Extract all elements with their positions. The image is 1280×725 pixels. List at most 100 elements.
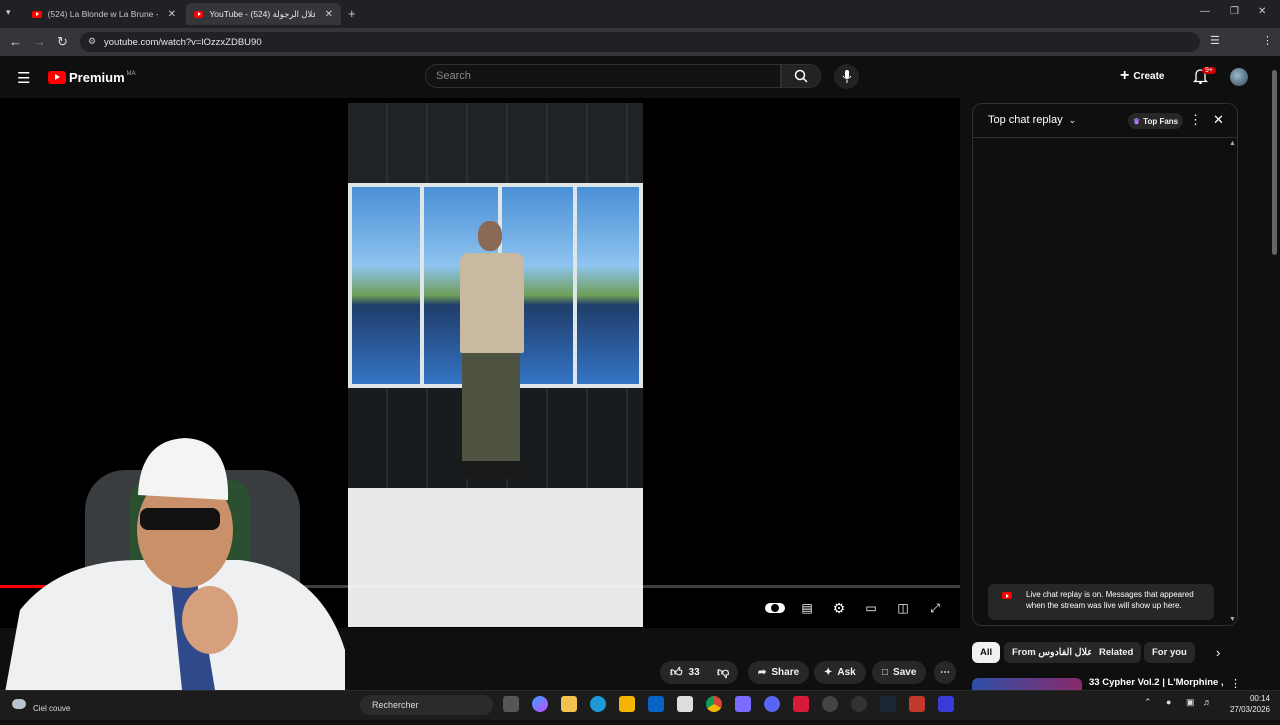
- chip-related[interactable]: Related: [1091, 642, 1142, 663]
- youtube-premium-logo[interactable]: Premium MA: [48, 70, 136, 85]
- app-icon[interactable]: [909, 696, 925, 712]
- close-window-icon[interactable]: ✕: [1258, 6, 1266, 17]
- chip-all[interactable]: All: [972, 642, 1001, 663]
- forward-icon[interactable]: →: [33, 34, 46, 49]
- mic-tray-icon[interactable]: ●: [1166, 697, 1171, 707]
- youtube-favicon-icon: [194, 10, 204, 18]
- ask-label: Ask: [837, 667, 856, 678]
- site-info-icon[interactable]: ⚙: [88, 36, 96, 47]
- chat-mode-dropdown[interactable]: Top chat replay ⌄: [988, 114, 1076, 126]
- chrome-icon[interactable]: [706, 696, 722, 712]
- theater-mode-icon[interactable]: ▭: [862, 600, 880, 616]
- chat-header: Top chat replay ⌄ ♛ Top Fans ⋮ ✕: [973, 104, 1237, 138]
- logo-text: Premium: [69, 70, 125, 85]
- url-bar[interactable]: ⚙ youtube.com/watch?v=lOzzxZDBU90: [80, 32, 1200, 52]
- app-icon[interactable]: [851, 696, 867, 712]
- volume-icon[interactable]: ♬: [1203, 697, 1212, 707]
- video-person-boots: [458, 461, 524, 479]
- chat-more-icon[interactable]: ⋮: [1189, 112, 1202, 128]
- thumbs-up-icon: 👍︎: [670, 665, 683, 679]
- top-fans-label: Top Fans: [1143, 116, 1179, 126]
- search-button[interactable]: [781, 64, 821, 88]
- close-chat-icon[interactable]: ✕: [1213, 112, 1224, 128]
- restore-icon[interactable]: ❐: [1230, 6, 1239, 17]
- settings-gear-icon[interactable]: ⚙: [830, 600, 848, 616]
- browser-tab-2[interactable]: YouTube - علال الرجولة (524) ✕: [186, 3, 341, 25]
- youtube-logo-icon: [48, 71, 66, 84]
- chat-scroll-down-icon[interactable]: ▼: [1229, 616, 1236, 623]
- browser-tab-1[interactable]: (524) La Blonde w La Brune - Yo ✕: [24, 3, 184, 25]
- related-video-title[interactable]: 33 Cypher Vol.2 | L'Morphine ,: [1089, 677, 1224, 688]
- create-button[interactable]: + Create: [1120, 65, 1164, 87]
- logo-country: MA: [126, 70, 136, 77]
- file-explorer-icon[interactable]: [561, 696, 577, 712]
- ea-icon[interactable]: [938, 696, 954, 712]
- related-more-icon[interactable]: ⋮: [1230, 677, 1241, 690]
- top-fans-badge[interactable]: ♛ Top Fans: [1128, 113, 1184, 129]
- chip-for-you[interactable]: For you: [1144, 642, 1195, 663]
- windows-taskbar: Ciel couve: [0, 690, 1280, 720]
- streamer-figure: [0, 438, 345, 720]
- search-placeholder: Search: [436, 70, 471, 82]
- like-button[interactable]: 👍︎ 33: [660, 661, 708, 684]
- chip-from-channel[interactable]: From علال الفادوس: [1004, 642, 1101, 663]
- chip-label: For you: [1152, 647, 1187, 658]
- ask-button[interactable]: ✦ Ask: [814, 661, 866, 684]
- outlook-icon[interactable]: [648, 696, 664, 712]
- browser-menu-icon[interactable]: ⋮: [1262, 34, 1273, 47]
- copilot-icon[interactable]: [532, 696, 548, 712]
- app-icon[interactable]: [677, 696, 693, 712]
- chat-replay-notice: Live chat replay is on. Messages that ap…: [988, 584, 1214, 620]
- dislike-button[interactable]: 👎︎: [708, 661, 739, 684]
- store-icon[interactable]: [619, 696, 635, 712]
- voice-search-button[interactable]: [834, 64, 859, 89]
- close-tab-icon[interactable]: ✕: [168, 9, 176, 20]
- hamburger-menu-icon[interactable]: ☰: [17, 69, 30, 87]
- back-icon[interactable]: ←: [9, 34, 22, 49]
- browser-tab-bar: ▾ (524) La Blonde w La Brune - Yo ✕ YouT…: [0, 0, 1280, 28]
- live-chat-panel: Top chat replay ⌄ ♛ Top Fans ⋮ ✕ ▲ ▼ Liv…: [972, 103, 1238, 626]
- fullscreen-icon[interactable]: ⤢: [926, 600, 944, 616]
- subtitles-icon[interactable]: ▤: [798, 600, 816, 616]
- streamer-webcam-overlay: [0, 420, 345, 720]
- page-scrollbar-thumb[interactable]: [1272, 70, 1277, 255]
- autoplay-toggle[interactable]: [764, 600, 786, 616]
- plus-icon: +: [1120, 67, 1130, 84]
- cast-icon[interactable]: ◫: [894, 600, 912, 616]
- network-icon[interactable]: ▣: [1186, 697, 1195, 708]
- chips-next-icon[interactable]: ›: [1216, 645, 1220, 660]
- video-person-head: [478, 221, 502, 251]
- steam-icon[interactable]: [880, 696, 896, 712]
- taskbar-clock[interactable]: 00:14 27/03/2026: [1220, 693, 1270, 715]
- related-video-thumbnail[interactable]: [972, 678, 1082, 690]
- minimize-icon[interactable]: —: [1200, 6, 1210, 17]
- chip-label: Related: [1099, 647, 1134, 658]
- video-tile-wall: [348, 103, 643, 183]
- new-tab-button[interactable]: +: [348, 6, 356, 21]
- edge-icon[interactable]: [590, 696, 606, 712]
- share-button[interactable]: ➦ Share: [748, 661, 810, 684]
- close-tab-icon[interactable]: ✕: [325, 9, 333, 20]
- search-input[interactable]: Search: [425, 64, 781, 88]
- toggle-icon: [765, 603, 785, 613]
- gamepad-icon[interactable]: [735, 696, 751, 712]
- chat-scroll-up-icon[interactable]: ▲: [1229, 140, 1236, 147]
- video-floor: [348, 488, 643, 627]
- youtube-favicon-icon: [32, 10, 42, 18]
- video-mullion: [573, 183, 577, 388]
- reload-icon[interactable]: ↻: [57, 34, 68, 50]
- video-frame[interactable]: [348, 103, 643, 627]
- account-avatar[interactable]: [1230, 68, 1248, 86]
- discord-icon[interactable]: [764, 696, 780, 712]
- save-button[interactable]: □ Save: [872, 661, 927, 684]
- search-icon: [794, 69, 808, 83]
- more-actions-button[interactable]: ⋯: [934, 661, 956, 684]
- task-view-icon[interactable]: [503, 696, 519, 712]
- adobe-icon[interactable]: [793, 696, 809, 712]
- tray-chevron-icon[interactable]: ⌃: [1144, 697, 1152, 708]
- app-icon[interactable]: [822, 696, 838, 712]
- tab-list-dropdown-icon[interactable]: ▾: [6, 7, 11, 18]
- extensions-icon[interactable]: ☰: [1210, 34, 1220, 47]
- chip-label: From علال الفادوس: [1012, 647, 1093, 658]
- taskbar-search[interactable]: Rechercher: [360, 695, 493, 715]
